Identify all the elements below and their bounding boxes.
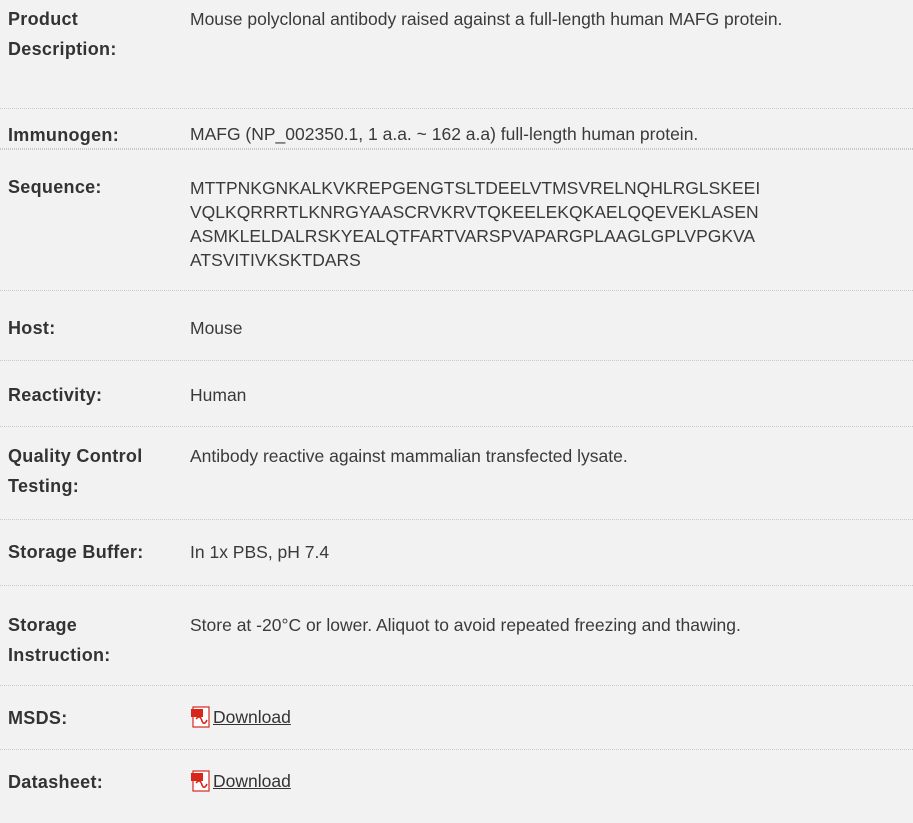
label-line: Instruction: <box>8 645 111 665</box>
spec-row-quality-control: Quality Control Testing: Antibody reacti… <box>0 427 913 520</box>
pdf-icon <box>190 705 212 729</box>
spec-value-datasheet: Download <box>182 767 913 799</box>
spec-label-product-description: Product Description: <box>0 4 182 64</box>
spec-row-storage-instruction: Storage Instruction: Store at -20°C or l… <box>0 586 913 686</box>
sequence-line: ASMKLELDALRSKYEALQTFARTVARSPVAPARGPLAAGL… <box>190 226 756 246</box>
label-line: Quality Control <box>8 446 143 466</box>
label-line: Testing: <box>8 476 80 496</box>
spec-label-storage-instruction: Storage Instruction: <box>0 610 182 670</box>
sequence-line: MTTPNKGNKALKVKREPGENGTSLTDEELVTMSVRELNQH… <box>190 178 761 198</box>
sequence-line: VQLKQRRRTLKNRGYAASCRVKRVTQKEELEKQKAELQQE… <box>190 202 759 222</box>
spec-label-msds: MSDS: <box>8 708 68 728</box>
spec-row-storage-buffer: Storage Buffer: In 1x PBS, pH 7.4 <box>0 520 913 586</box>
label-line: Storage <box>8 615 78 635</box>
spec-value-sequence: MTTPNKGNKALKVKREPGENGTSLTDEELVTMSVRELNQH… <box>182 170 913 272</box>
spec-value-msds: Download <box>182 703 913 735</box>
spec-row-immunogen: Immunogen: MAFG (NP_002350.1, 1 a.a. ~ 1… <box>0 108 913 149</box>
spec-row-product-description: Product Description: Mouse polyclonal an… <box>0 4 913 109</box>
msds-download-label[interactable]: Download <box>213 705 291 729</box>
spec-value-host: Mouse <box>190 318 243 338</box>
spec-label-host: Host: <box>8 318 56 338</box>
spec-value-quality-control: Antibody reactive against mammalian tran… <box>190 446 628 466</box>
spec-row-datasheet: Datasheet: Download <box>0 750 913 814</box>
spec-label-datasheet: Datasheet: <box>8 772 104 792</box>
spec-value-storage-instruction: Store at -20°C or lower. Aliquot to avoi… <box>190 615 741 635</box>
sequence-line: ATSVITIVKSKTDARS <box>190 250 361 270</box>
label-line: Product <box>8 9 79 29</box>
spec-label-sequence: Sequence: <box>8 177 102 197</box>
spec-row-msds: MSDS: Download <box>0 686 913 750</box>
label-line: Description: <box>8 39 117 59</box>
datasheet-download-label[interactable]: Download <box>213 769 291 793</box>
spec-label-reactivity: Reactivity: <box>8 385 103 405</box>
spec-row-host: Host: Mouse <box>0 291 913 361</box>
pdf-icon <box>190 769 212 793</box>
product-spec-table: Product Description: Mouse polyclonal an… <box>0 0 913 814</box>
datasheet-download-link[interactable]: Download <box>190 769 291 793</box>
spec-label-storage-buffer: Storage Buffer: <box>8 542 144 562</box>
spec-row-sequence: Sequence: MTTPNKGNKALKVKREPGENGTSLTDEELV… <box>0 149 913 291</box>
spec-row-reactivity: Reactivity: Human <box>0 361 913 427</box>
spec-value-reactivity: Human <box>190 385 247 405</box>
msds-download-link[interactable]: Download <box>190 705 291 729</box>
spec-value-storage-buffer: In 1x PBS, pH 7.4 <box>190 542 330 562</box>
spec-label-immunogen: Immunogen: <box>8 125 119 145</box>
spec-value-immunogen: MAFG (NP_002350.1, 1 a.a. ~ 162 a.a) ful… <box>190 124 699 144</box>
spec-value-product-description: Mouse polyclonal antibody raised against… <box>190 9 783 29</box>
spec-label-quality-control: Quality Control Testing: <box>0 441 182 501</box>
